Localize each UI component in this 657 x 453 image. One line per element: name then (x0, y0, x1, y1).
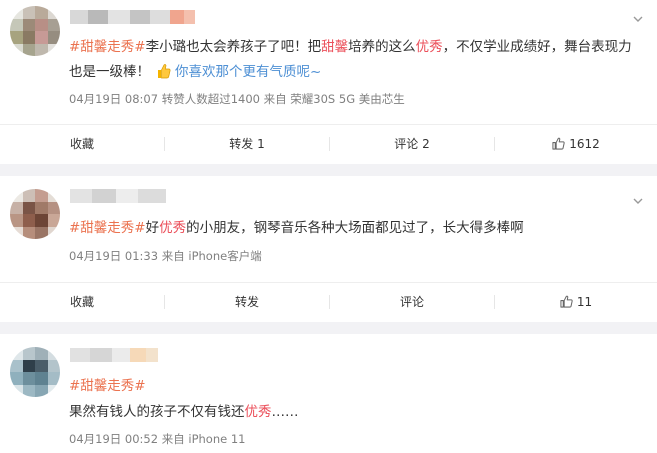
post-meta: 04月19日 01:33 来自 iPhone客户端 (69, 249, 262, 263)
like-count: 11 (576, 295, 593, 309)
chevron-down-icon[interactable] (633, 196, 643, 206)
action-bar: 收藏 转发 评论 11 (0, 282, 657, 321)
username-blurred[interactable] (70, 348, 158, 362)
thumbs-up-icon (552, 127, 565, 165)
comment-button[interactable]: 评论 (330, 283, 494, 321)
topic-tag[interactable]: #甜馨走秀# (69, 39, 146, 55)
weibo-post-1: #甜馨走秀#李小璐也太会养孩子了吧！把甜馨培养的这么优秀，不仅学业成绩好，舞台表… (0, 0, 657, 164)
keyword-highlight: 优秀 (159, 220, 187, 236)
text-segment: 好 (145, 220, 160, 236)
topic-line: #甜馨走秀# (69, 376, 146, 396)
thumbs-up-icon (560, 285, 573, 323)
post-link[interactable]: 你喜欢那个更有气质呢~ (175, 64, 321, 80)
favorite-button[interactable]: 收藏 (0, 283, 164, 321)
post-meta: 04月19日 00:52 来自 iPhone 11 (69, 432, 246, 446)
chevron-down-icon[interactable] (633, 14, 643, 24)
topic-tag[interactable]: #甜馨走秀# (69, 220, 146, 236)
weibo-post-2: #甜馨走秀#好优秀的小朋友，钢琴音乐各种大场面都见过了，长大得多棒啊 04月19… (0, 176, 657, 322)
post-text: 果然有钱人的孩子不仅有钱还优秀…… (69, 402, 299, 422)
text-segment: ，不仅学业成绩好，舞台表现力 (442, 39, 632, 55)
like-count: 1612 (569, 137, 600, 151)
comment-button[interactable]: 评论 2 (330, 125, 494, 163)
text-segment: 培养的这么 (348, 39, 416, 55)
share-button[interactable]: 转发 (165, 283, 329, 321)
like-button[interactable]: 1612 (495, 125, 657, 163)
text-segment: 果然有钱人的孩子不仅有钱还 (69, 404, 245, 420)
text-segment: 也是一级棒！ (69, 64, 150, 80)
post-meta: 04月19日 08:07 转赞人数超过1400 来自 荣耀30S 5G 美由芯生 (69, 92, 405, 106)
avatar[interactable] (10, 189, 60, 239)
weibo-post-3: #甜馨走秀# 果然有钱人的孩子不仅有钱还优秀…… 04月19日 00:52 来自… (0, 334, 657, 453)
avatar[interactable] (10, 347, 60, 397)
action-bar: 收藏 转发 1 评论 2 1612 (0, 124, 657, 163)
text-segment: …… (271, 404, 299, 420)
post-text-line2: 也是一级棒！ 你喜欢那个更有气质呢~ (69, 62, 321, 85)
like-button[interactable]: 11 (495, 283, 657, 321)
thumbs-up-emoji-icon (156, 63, 171, 85)
username-blurred[interactable] (70, 189, 166, 203)
share-button[interactable]: 转发 1 (165, 125, 329, 163)
text-segment: 李小璐也太会养孩子了吧！把 (145, 39, 322, 55)
keyword-highlight: 优秀 (415, 39, 443, 55)
favorite-button[interactable]: 收藏 (0, 125, 164, 163)
post-text-line1: #甜馨走秀#李小璐也太会养孩子了吧！把甜馨培养的这么优秀，不仅学业成绩好，舞台表… (69, 37, 632, 57)
username-blurred[interactable] (70, 10, 195, 24)
avatar[interactable] (10, 6, 60, 56)
topic-tag[interactable]: #甜馨走秀# (69, 378, 146, 394)
post-text: #甜馨走秀#好优秀的小朋友，钢琴音乐各种大场面都见过了，长大得多棒啊 (69, 218, 524, 238)
keyword-highlight: 甜馨 (321, 39, 349, 55)
text-segment: 的小朋友，钢琴音乐各种大场面都见过了，长大得多棒啊 (186, 220, 524, 236)
keyword-highlight: 优秀 (244, 404, 272, 420)
